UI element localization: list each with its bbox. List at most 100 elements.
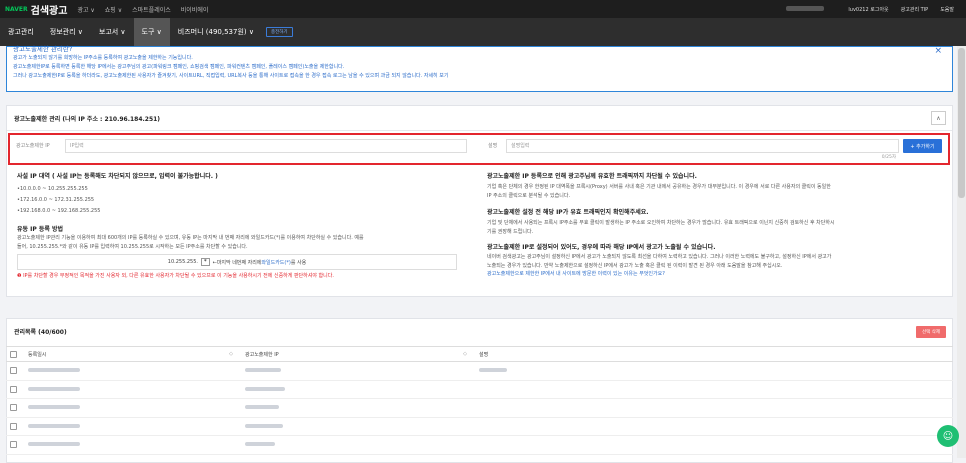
naver-logo[interactable]: NAVER [5,6,28,13]
table-header-row: 등록일시 ◇ 광고노출제한 IP ◇ 설명 [6,346,953,362]
checkbox[interactable] [10,441,17,449]
private-range-1: •10.0.0.0 ~ 10.255.255.255 [17,186,88,192]
dynamic-ip-title: 유동 IP 등록 방법 [17,226,64,233]
table-row[interactable] [6,417,953,436]
ip-cell [241,380,475,399]
delete-selected-button[interactable]: 선택 삭제 [916,326,946,338]
dynamic-ip-text-1: 광고노출제한 IP관리 기능을 이용하여 최대 600개의 IP를 등록하실 수… [17,235,364,241]
help-link[interactable]: 도움말 [940,6,954,13]
notice-3-title: 광고노출제한 IP로 설정되어 있어도, 경우에 따라 해당 IP에서 광고가 … [487,244,716,251]
table-row[interactable] [6,435,953,455]
help-link-visit-history[interactable]: 광고노출제한으로 제한한 IP에서 내 사이트에 방문한 이력이 있는 이유는 … [487,270,947,279]
date-cell [24,417,241,436]
top-nav-extra[interactable]: 비이비에이 [181,5,209,14]
close-icon[interactable]: × [934,46,942,56]
checkbox[interactable] [10,422,17,430]
notice-3-text-1: 네이버 검색광고는 광고주님이 설정하신 IP에서 광고가 노출되지 않도록 최… [487,254,832,260]
info-panel: 광고노출제한 관리란? 광고가 노출되지 않기를 희망하는 IP주소를 등록하여… [6,45,953,92]
info-line-3: 그러나 광고노출제한IP로 등록을 하더라도, 광고노출제한된 사용자가 즐겨찾… [13,73,449,79]
top-bar: NAVER 검색광고 광고 ∨ 쇼핑 ∨ 스마트플레이스 비이비에이 luv02… [0,0,966,18]
main-nav: 광고관리 정보관리 ∨ 보고서 ∨ 도구 ∨ 비즈머니 (490,537원) ∨… [0,18,966,46]
nav-bizmoney[interactable]: 비즈머니 (490,537원) ∨ [170,18,262,46]
ad-tip-link[interactable]: 광고관리 TIP [901,6,929,13]
add-button[interactable]: + 추가하기 [903,139,942,153]
ip-cell [241,435,475,455]
desc-cell [475,398,953,418]
page-scrollbar[interactable] [957,46,966,458]
checkbox[interactable] [10,404,17,412]
desc-label: 설명 [488,143,498,149]
notice-section: 광고노출제한 IP 등록으로 인해 광고주님께 유효한 트래픽까지 차단될 수 … [487,172,947,279]
account-placeholder [786,5,836,13]
notice-1-title: 광고노출제한 IP 등록으로 인해 광고주님께 유효한 트래픽까지 차단될 수 … [487,173,697,180]
table-row[interactable] [6,380,953,399]
app-title[interactable]: 검색광고 [31,2,68,17]
row-checkbox-cell[interactable] [6,417,24,436]
chatbot-icon[interactable]: ☺ [937,425,959,447]
nav-info-management[interactable]: 정보관리 ∨ [42,18,91,46]
date-cell [24,380,241,399]
char-count: 0/25자 [881,155,896,160]
wildcard-example: 10.255.255. * ←마지막 네번째 자리에 와일드카드(*) 를 사용 [17,254,457,270]
example-wildcard-link: 와일드카드(*) [261,259,291,266]
notice-2-title: 광고노출제한 설정 전 해당 IP가 유효 트래픽인지 확인해주세요. [487,209,649,216]
ip-cell [241,361,475,381]
desc-input[interactable]: 설명입력 [506,139,899,153]
checkbox[interactable] [10,385,17,393]
notice-2-text-1: 기업 및 단체에서 사용되는 프록시 IP주소를 무효 클릭이 발생하는 IP … [487,220,835,226]
info-line-1: 광고가 노출되지 않기를 희망하는 IP주소를 등록하여 광고노출을 제한하는 … [13,55,193,61]
example-text: ←마지막 네번째 자리에 [212,259,262,266]
info-more-link[interactable]: 자세히 보기 [424,73,449,79]
ip-table: 등록일시 ◇ 광고노출제한 IP ◇ 설명 [6,346,953,455]
column-header-date[interactable]: 등록일시 ◇ [24,346,241,362]
warning-text: ❶ IP를 차단할 경우 부정적인 목적을 가진 사용자 외, 다른 유효한 사… [17,273,334,279]
notice-1-text-2: IP 주소의 클릭으로 분석될 수 있습니다. [487,192,571,199]
nav-ad-management[interactable]: 광고관리 [0,18,42,46]
example-ip: 10.255.255. [167,259,198,265]
private-ip-section: 사설 IP 대역 ( 사설 IP는 등록해도 차단되지 않으므로, 입력이 불가… [17,172,469,281]
info-line-2: 광고노출제한IP로 등록하면 등록한 해당 IP에서는 광고주님의 광고(파워링… [13,64,345,70]
charge-button[interactable]: 충전하기 [265,27,293,37]
notice-2-text-2: 기를 권장해 드립니다. [487,228,534,235]
desc-cell [475,380,953,399]
row-checkbox-cell[interactable] [6,361,24,381]
nav-reports[interactable]: 보고서 ∨ [91,18,134,46]
user-logout[interactable]: luv0212 로그아웃 [848,6,888,13]
table-row[interactable] [6,361,953,381]
checkbox[interactable] [10,350,17,358]
date-cell [24,398,241,418]
checkbox[interactable] [10,367,17,375]
sort-icon[interactable]: ◇ [463,351,467,357]
desc-cell [475,417,953,436]
desc-cell [475,435,953,455]
table-row[interactable] [6,398,953,418]
ip-cell [241,417,475,436]
scrollbar-thumb[interactable] [958,48,965,198]
desc-cell [475,361,953,381]
top-nav-shopping[interactable]: 쇼핑 ∨ [105,5,122,14]
nav-tools[interactable]: 도구 ∨ [133,18,170,46]
sort-icon[interactable]: ◇ [229,351,233,357]
notice-1-text-1: 기업 혹은 단체의 경우 한정된 IP 대역폭을 프록시(Proxy) 서버를 … [487,184,831,190]
row-checkbox-cell[interactable] [6,435,24,455]
private-range-3: •192.168.0.0 ~ 192.168.255.255 [17,208,101,214]
list-title: 관리목록 (40/600) [14,329,67,336]
private-range-2: •172.16.0.0 ~ 172.31.255.255 [17,197,95,203]
row-checkbox-cell[interactable] [6,398,24,418]
date-cell [24,435,241,455]
row-checkbox-cell[interactable] [6,380,24,399]
collapse-button[interactable]: ∧ [931,111,946,125]
example-tail: 를 사용 [290,259,307,266]
top-nav-smartplace[interactable]: 스마트플레이스 [132,5,171,14]
column-header-ip[interactable]: 광고노출제한 IP ◇ [241,346,475,362]
ip-input[interactable]: IP입력 [65,139,467,153]
notice-3-text-2: 노출되는 경우가 있습니다. 만약 노출제한으로 설정하신 IP에서 광고가 노… [487,262,783,269]
info-title: 광고노출제한 관리란? [13,45,73,53]
date-cell [24,361,241,381]
top-nav-ad[interactable]: 광고 ∨ [77,5,94,14]
column-header-desc[interactable]: 설명 [475,346,953,362]
ip-cell [241,398,475,418]
header-select-all[interactable] [6,346,24,362]
example-star: * [201,258,210,266]
ip-label: 광고노출제한 IP [16,143,50,149]
